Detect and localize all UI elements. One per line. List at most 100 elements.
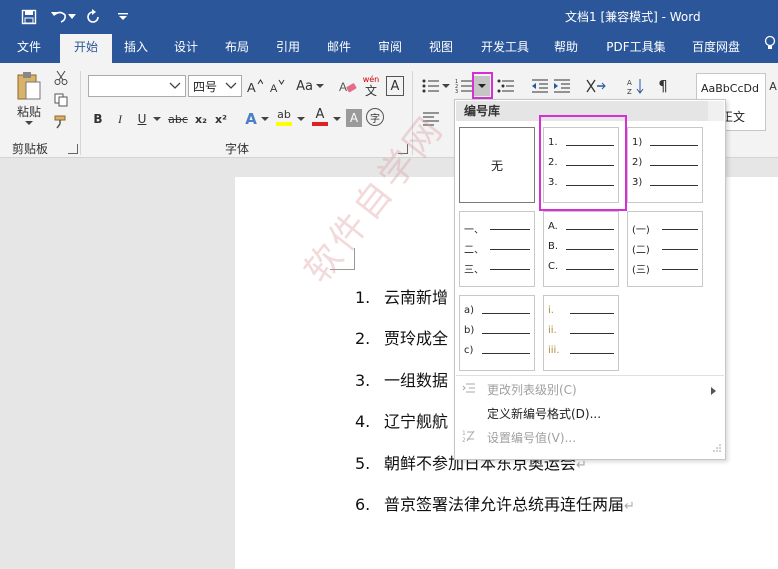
font-color-bar: [312, 122, 328, 126]
tab-view[interactable]: 视图: [418, 34, 464, 63]
tile-line: [566, 249, 614, 250]
tile-row-label: B.: [548, 241, 559, 252]
cut-icon[interactable]: [52, 69, 70, 87]
numbering-tile-chinese-paren[interactable]: (一) (二) (三): [627, 211, 703, 287]
decrease-indent-icon[interactable]: [530, 76, 550, 96]
text-effects-button[interactable]: A: [242, 109, 260, 129]
format-painter-icon[interactable]: [52, 113, 70, 131]
submenu-arrow-icon: [711, 384, 717, 398]
undo-dropdown-icon[interactable]: [66, 6, 78, 28]
tab-developer[interactable]: 开发工具: [474, 34, 536, 63]
customize-toolbar-icon[interactable]: [112, 6, 134, 28]
bullets-dropdown-icon[interactable]: [442, 82, 450, 90]
clear-formatting-icon[interactable]: A: [338, 76, 358, 96]
font-color-dropdown-icon[interactable]: [332, 113, 342, 125]
tab-pdf-tools[interactable]: PDF工具集: [600, 34, 672, 63]
font-color-label: A: [315, 107, 325, 122]
paste-dropdown-icon[interactable]: [24, 119, 34, 127]
numbering-icon[interactable]: 123: [455, 76, 473, 96]
grow-font-icon[interactable]: A: [246, 76, 264, 96]
underline-dropdown-icon[interactable]: [152, 113, 162, 125]
set-numbering-value-menu-item[interactable]: 设置编号值(V)...: [487, 429, 576, 446]
numbering-none-tile[interactable]: 无: [459, 127, 535, 203]
list-item[interactable]: 1. 云南新增: [355, 284, 448, 308]
tab-insert[interactable]: 插入: [113, 34, 159, 63]
paste-icon[interactable]: [12, 69, 46, 103]
svg-text:3: 3: [455, 89, 458, 94]
character-border-button[interactable]: A: [386, 76, 404, 96]
show-marks-icon[interactable]: ¶: [652, 76, 674, 96]
clipboard-launcher-icon[interactable]: [68, 144, 78, 154]
list-item[interactable]: 6. 普京签署法律允许总统再连任两届↵: [355, 491, 635, 515]
strikethrough-button[interactable]: abc: [166, 109, 190, 129]
highlight-dropdown-icon[interactable]: [296, 113, 306, 125]
window-title: 文档1 [兼容模式] - Word: [565, 10, 701, 24]
highlight-button[interactable]: ab: [274, 107, 294, 127]
text-effects-dropdown-icon[interactable]: [260, 113, 270, 125]
chinese-layout-icon[interactable]: [584, 76, 608, 96]
tab-references[interactable]: 引用: [265, 34, 311, 63]
tile-line: [662, 229, 698, 230]
font-color-button[interactable]: A: [310, 107, 330, 127]
increase-indent-icon[interactable]: [552, 76, 572, 96]
tile-row-label: b): [464, 325, 475, 336]
style-next-partial[interactable]: A: [768, 79, 778, 93]
tab-file[interactable]: 文件: [5, 34, 53, 63]
font-size-combo[interactable]: 四号: [188, 75, 242, 97]
tab-review[interactable]: 审阅: [367, 34, 413, 63]
tile-line: [650, 185, 698, 186]
bullets-icon[interactable]: [420, 76, 442, 96]
character-shading-button[interactable]: A: [346, 109, 362, 127]
list-number: 5.: [355, 454, 371, 473]
svg-text:2: 2: [462, 437, 466, 443]
save-icon[interactable]: [18, 6, 40, 28]
shrink-font-icon[interactable]: A: [268, 76, 286, 96]
tile-row-label: A.: [548, 221, 558, 232]
enclose-characters-button[interactable]: 字: [366, 108, 384, 126]
numbering-dropdown-highlight: [472, 72, 493, 99]
tab-help[interactable]: 帮助: [543, 34, 589, 63]
tile-line: [662, 269, 698, 270]
list-text: 普京签署法律允许总统再连任两届: [384, 495, 625, 514]
tab-design[interactable]: 设计: [163, 34, 209, 63]
sort-icon[interactable]: AZ: [626, 76, 646, 96]
define-new-format-menu-item[interactable]: 定义新编号格式(D)...: [487, 405, 601, 422]
change-case-button[interactable]: Aa: [294, 76, 326, 96]
tile-row-label: a): [464, 305, 475, 316]
numbering-tile-roman[interactable]: i. ii. iii.: [543, 295, 619, 371]
underline-button[interactable]: U: [134, 109, 150, 129]
list-item[interactable]: 2. 贾玲成全: [355, 325, 448, 349]
scroll-up-icon[interactable]: [708, 101, 724, 121]
copy-icon[interactable]: [52, 91, 70, 109]
multilevel-list-icon[interactable]: [496, 76, 516, 96]
tab-home[interactable]: 开始: [60, 34, 112, 63]
redo-icon[interactable]: [82, 6, 104, 28]
list-number: 4.: [355, 412, 371, 431]
font-name-combo[interactable]: [88, 75, 186, 97]
numbering-tile-chinese[interactable]: 一、 二、 三、: [459, 211, 535, 287]
list-item[interactable]: 4. 辽宁舰航: [355, 408, 448, 432]
svg-text:1: 1: [462, 430, 466, 437]
style-preview-text: AaBbCcDd: [701, 82, 759, 95]
selected-format-highlight: [539, 115, 627, 211]
tab-layout[interactable]: 布局: [214, 34, 260, 63]
italic-button[interactable]: I: [112, 109, 128, 129]
lightbulb-icon[interactable]: [762, 34, 778, 63]
tab-baidu-netdisk[interactable]: 百度网盘: [684, 34, 748, 63]
change-list-level-menu-item[interactable]: 更改列表级别(C): [487, 381, 577, 398]
bold-button[interactable]: B: [90, 109, 106, 129]
resize-grip-icon[interactable]: [713, 441, 721, 455]
font-size-value: 四号: [193, 79, 218, 94]
tile-line: [490, 229, 530, 230]
list-item[interactable]: 3. 一组数据: [355, 367, 448, 391]
list-text: 辽宁舰航: [384, 412, 449, 431]
subscript-button[interactable]: x₂: [192, 109, 210, 129]
numbering-tile-upper-alpha[interactable]: A. B. C.: [543, 211, 619, 287]
numbering-tile-arabic-paren[interactable]: 1) 2) 3): [627, 127, 703, 203]
phonetic-guide-button[interactable]: wén 文: [360, 73, 382, 99]
paste-button-label[interactable]: 粘贴: [12, 103, 46, 119]
highlight-label: ab: [277, 108, 291, 121]
tab-mailings[interactable]: 邮件: [316, 34, 362, 63]
superscript-button[interactable]: x²: [212, 109, 230, 129]
numbering-tile-lower-alpha[interactable]: a) b) c): [459, 295, 535, 371]
